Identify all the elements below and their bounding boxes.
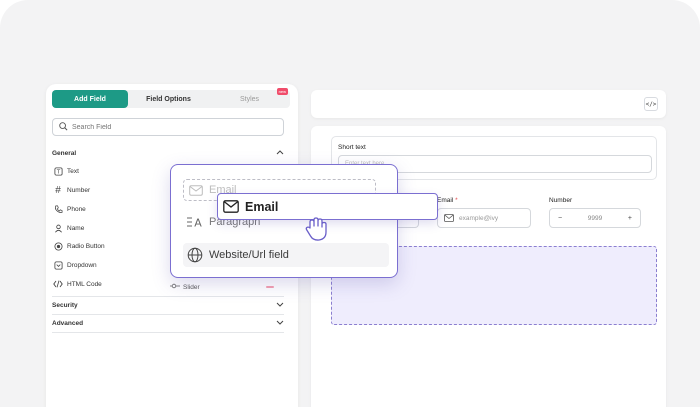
code-view-button[interactable]: </> [644, 97, 658, 111]
search-icon [59, 118, 68, 136]
divider [52, 332, 284, 333]
increment-button[interactable]: + [628, 215, 632, 222]
paragraph-icon: A [187, 216, 203, 228]
person-icon [52, 224, 64, 233]
field-item-slider[interactable]: Slider [170, 280, 282, 294]
section-security[interactable]: Security [52, 298, 284, 312]
tab-add-field[interactable]: Add Field [52, 90, 128, 108]
section-advanced[interactable]: Advanced [52, 316, 284, 330]
new-badge: new [276, 88, 288, 95]
section-general[interactable]: General [52, 146, 284, 160]
field-item-label: Name [67, 224, 85, 232]
section-security-label: Security [52, 301, 78, 309]
envelope-icon [223, 200, 239, 213]
field-item-text[interactable]: T Text [52, 164, 164, 178]
required-marker: * [455, 197, 458, 204]
popup-item-website-url[interactable]: Website/Url field [183, 243, 389, 267]
section-general-label: General [52, 149, 77, 157]
short-text-label: Short text [338, 144, 366, 151]
text-box-icon: T [52, 166, 64, 176]
dragged-chip-label: Email [245, 199, 279, 214]
hash-icon: # [55, 184, 61, 196]
divider [52, 296, 284, 297]
email-input[interactable]: example@ivy [437, 208, 531, 228]
number-stepper[interactable]: − 9999 + [549, 208, 641, 228]
slider-icon [170, 283, 180, 291]
field-item-name[interactable]: Name [52, 221, 164, 235]
radio-icon [52, 241, 64, 251]
email-placeholder: example@ivy [459, 214, 499, 222]
field-item-label: Dropdown [67, 261, 97, 269]
email-label: Email * [437, 197, 458, 204]
field-item-radio-button[interactable]: Radio Button [52, 239, 164, 253]
chevron-up-icon [276, 149, 284, 157]
phone-icon [52, 205, 64, 214]
envelope-icon [444, 214, 454, 222]
grab-hand-icon [304, 215, 330, 243]
section-advanced-label: Advanced [52, 319, 84, 327]
svg-text:A: A [194, 217, 202, 229]
field-item-label: Number [67, 186, 91, 194]
tab-field-options[interactable]: Field Options [128, 90, 209, 108]
field-item-label: Phone [67, 205, 86, 213]
search-input[interactable] [72, 123, 272, 131]
svg-text:T: T [55, 169, 60, 175]
envelope-icon [189, 184, 203, 196]
number-value: 9999 [587, 214, 603, 222]
field-item-label: Text [67, 167, 79, 175]
app-stage: Add Field Field Options Styles new Gener… [0, 0, 700, 407]
search-box[interactable] [52, 118, 284, 136]
tab-styles-label: Styles [239, 95, 260, 103]
popup-item-label: Website/Url field [209, 249, 289, 261]
field-item-html-code[interactable]: HTML Code [52, 277, 164, 291]
field-item-label: Radio Button [67, 242, 105, 250]
code-icon: </> [645, 100, 657, 108]
code-icon [52, 280, 64, 288]
editor-toolbar: </> [311, 90, 666, 118]
tab-styles[interactable]: Styles new [209, 88, 290, 108]
field-item-label: HTML Code [67, 280, 102, 288]
field-item-dropdown[interactable]: Dropdown [52, 258, 164, 272]
field-item-phone[interactable]: Phone [52, 202, 164, 216]
field-item-number[interactable]: # Number [52, 183, 164, 197]
chevron-down-icon [276, 320, 284, 327]
chevron-down-icon [276, 302, 284, 309]
number-label: Number [549, 197, 573, 204]
globe-icon [187, 247, 203, 263]
decrement-button[interactable]: − [558, 215, 562, 222]
divider [52, 314, 284, 315]
field-picker-popup: Email A Paragraph Website/Url field [170, 164, 398, 278]
field-item-label: Slider [183, 283, 200, 291]
email-label-text: Email [437, 197, 454, 204]
dropdown-icon [52, 260, 64, 270]
pro-badge [266, 286, 274, 288]
panel-tabs: Add Field Field Options Styles new [52, 88, 290, 108]
